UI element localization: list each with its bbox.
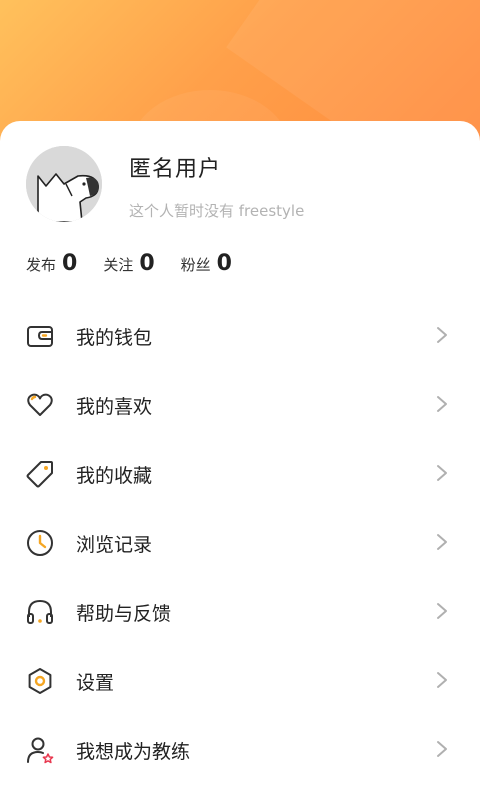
tag-icon	[25, 459, 55, 489]
stat-posts[interactable]: 发布 0	[26, 251, 77, 276]
hexagon-settings-icon	[25, 666, 55, 696]
menu-label: 我想成为教练	[76, 741, 191, 763]
menu-item-wallet[interactable]: 我的钱包	[0, 301, 480, 370]
chevron-right-icon	[437, 534, 447, 550]
wallet-icon	[25, 321, 55, 351]
avatar[interactable]	[26, 146, 102, 222]
stat-followers[interactable]: 粉丝 0	[181, 251, 232, 276]
dog-avatar-icon	[26, 146, 102, 222]
chevron-right-icon	[437, 465, 447, 481]
chevron-right-icon	[437, 603, 447, 619]
headphones-icon	[25, 597, 55, 627]
stat-value: 0	[62, 250, 78, 276]
menu-label: 我的喜欢	[76, 396, 153, 418]
clock-icon	[25, 528, 55, 558]
username: 匿名用户	[129, 157, 222, 182]
user-bio: 这个人暂时没有 freestyle	[129, 202, 305, 220]
chevron-right-icon	[437, 741, 447, 757]
menu-label: 我的收藏	[76, 465, 153, 487]
profile-card: 匿名用户 这个人暂时没有 freestyle 发布 0 关注 0 粉丝 0 我的…	[0, 121, 480, 800]
menu-item-likes[interactable]: 我的喜欢	[0, 370, 480, 439]
stat-following[interactable]: 关注 0	[103, 251, 154, 276]
menu-item-help-feedback[interactable]: 帮助与反馈	[0, 577, 480, 646]
menu-label: 浏览记录	[76, 534, 153, 556]
menu-label: 设置	[76, 672, 115, 694]
chevron-right-icon	[437, 396, 447, 412]
stat-label: 发布	[26, 255, 57, 274]
menu-item-settings[interactable]: 设置	[0, 646, 480, 715]
stat-value: 0	[216, 250, 232, 276]
stat-value: 0	[139, 250, 155, 276]
menu-label: 帮助与反馈	[76, 603, 172, 625]
menu-item-favorites[interactable]: 我的收藏	[0, 439, 480, 508]
user-star-icon	[25, 735, 55, 765]
chevron-right-icon	[437, 327, 447, 343]
menu-label: 我的钱包	[76, 327, 153, 349]
chevron-right-icon	[437, 672, 447, 688]
stats-row: 发布 0 关注 0 粉丝 0	[26, 248, 258, 278]
menu-list: 我的钱包 我的喜欢 我的收藏 浏览记录 帮助与反馈 设置 我想成为教练	[0, 301, 480, 784]
menu-item-become-coach[interactable]: 我想成为教练	[0, 715, 480, 784]
heart-icon	[25, 390, 55, 420]
stat-label: 关注	[103, 255, 134, 274]
stat-label: 粉丝	[180, 255, 211, 274]
menu-item-history[interactable]: 浏览记录	[0, 508, 480, 577]
